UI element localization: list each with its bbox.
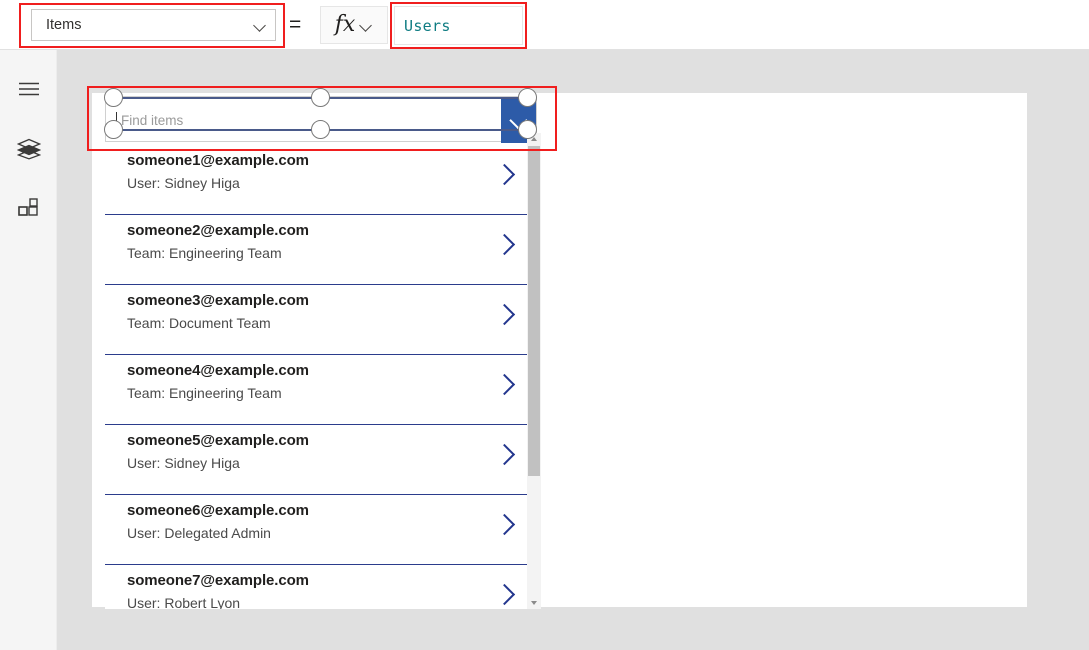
resize-handle-top-center[interactable] <box>311 88 330 107</box>
scroll-down-button[interactable] <box>527 597 541 609</box>
insert-components-icon <box>17 197 40 225</box>
list-item[interactable]: someone5@example.com User: Sidney Higa <box>105 425 537 495</box>
list-item-title: someone6@example.com <box>127 502 309 519</box>
list-item-title: someone2@example.com <box>127 222 309 239</box>
resize-handle-top-left[interactable] <box>104 88 123 107</box>
chevron-right-icon[interactable] <box>495 303 515 329</box>
resize-handle-bottom-right[interactable] <box>518 120 537 139</box>
formula-bar: Items = fx Users <box>0 0 1089 50</box>
chevron-right-icon[interactable] <box>495 443 515 469</box>
list-item-subtitle: User: Sidney Higa <box>127 175 240 191</box>
menu-icon <box>18 82 40 101</box>
chevron-right-icon[interactable] <box>495 583 515 609</box>
property-selector[interactable]: Items <box>31 9 276 41</box>
sidebar-item-menu[interactable] <box>0 69 57 113</box>
equals-sign: = <box>289 13 302 36</box>
resize-handle-top-right[interactable] <box>518 88 537 107</box>
sidebar-item-tree-view[interactable] <box>0 129 57 173</box>
list-item[interactable]: someone4@example.com Team: Engineering T… <box>105 355 537 425</box>
formula-input[interactable]: Users <box>394 6 523 45</box>
tree-view-icon <box>16 138 41 165</box>
resize-handle-bottom-center[interactable] <box>311 120 330 139</box>
resize-handle-bottom-left[interactable] <box>104 120 123 139</box>
list-item[interactable]: someone3@example.com Team: Document Team <box>105 285 537 355</box>
triangle-down-icon <box>531 601 537 605</box>
fx-button[interactable]: fx <box>320 6 388 44</box>
fx-icon: fx <box>334 12 356 37</box>
left-rail <box>0 50 57 650</box>
list-item-title: someone5@example.com <box>127 432 309 449</box>
list-item[interactable]: someone7@example.com User: Robert Lyon <box>105 565 537 609</box>
chevron-right-icon[interactable] <box>495 233 515 259</box>
formula-text: Users <box>404 16 451 35</box>
chevron-right-icon[interactable] <box>495 163 515 189</box>
sidebar-item-insert[interactable] <box>0 189 57 233</box>
gallery-list[interactable]: someone1@example.com User: Sidney Higa s… <box>105 145 537 609</box>
list-item-title: someone3@example.com <box>127 292 309 309</box>
list-item[interactable]: someone6@example.com User: Delegated Adm… <box>105 495 537 565</box>
list-item-subtitle: User: Sidney Higa <box>127 455 240 471</box>
list-item-subtitle: Team: Document Team <box>127 315 271 331</box>
power-apps-studio: Items = fx Users Find items someone1@exa… <box>0 0 1089 650</box>
list-item-subtitle: Team: Engineering Team <box>127 385 282 401</box>
list-item-title: someone1@example.com <box>127 152 309 169</box>
list-item-subtitle: User: Robert Lyon <box>127 595 241 609</box>
chevron-right-icon[interactable] <box>495 373 515 399</box>
combo-box-placeholder: Find items <box>121 112 184 128</box>
list-item[interactable]: someone1@example.com User: Sidney Higa <box>105 145 537 215</box>
property-selector-label: Items <box>46 16 82 33</box>
list-item[interactable]: someone2@example.com Team: Engineering T… <box>105 215 537 285</box>
list-item-subtitle: Team: Engineering Team <box>127 245 282 261</box>
chevron-down-icon <box>359 18 373 32</box>
gallery-scrollbar[interactable] <box>527 133 541 609</box>
combo-box-input[interactable]: Find items <box>116 97 496 143</box>
chevron-right-icon[interactable] <box>495 513 515 539</box>
scrollbar-thumb[interactable] <box>528 146 540 476</box>
list-item-title: someone7@example.com <box>127 572 309 589</box>
list-item-title: someone4@example.com <box>127 362 309 379</box>
list-item-subtitle: User: Delegated Admin <box>127 525 271 541</box>
chevron-down-icon <box>253 18 267 32</box>
